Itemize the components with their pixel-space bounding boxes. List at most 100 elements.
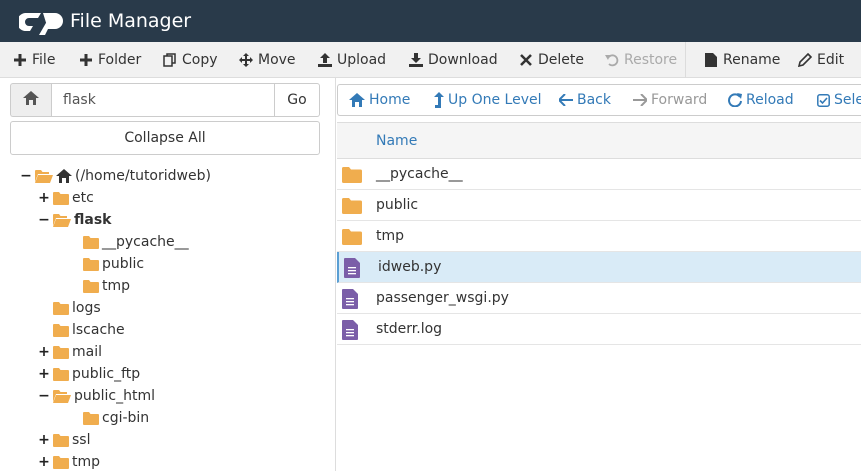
collapse-toggle[interactable]: − — [38, 212, 50, 228]
navigation-button-group: Home Up One Level Back Forward Reload Se… — [337, 84, 861, 116]
new-folder-button[interactable]: Folder — [78, 42, 141, 78]
folder-icon — [83, 411, 99, 425]
upload-label: Upload — [337, 52, 387, 68]
download-icon — [408, 52, 424, 68]
upload-icon — [317, 52, 333, 68]
text-file-icon — [342, 320, 358, 344]
collapse-toggle[interactable]: − — [38, 388, 50, 404]
tree-item-label: cgi-bin — [102, 410, 150, 426]
file-row[interactable]: __pycache__ — [337, 159, 861, 190]
expand-toggle[interactable]: + — [38, 366, 50, 382]
name-column-header[interactable]: Name — [376, 133, 417, 149]
folder-open-icon — [53, 213, 71, 227]
level-up-icon — [434, 92, 444, 108]
forward-button[interactable]: Forward — [633, 85, 707, 115]
folder-icon — [53, 323, 69, 337]
cpanel-logo — [19, 7, 67, 35]
file-row[interactable]: public — [337, 190, 861, 221]
tree-item[interactable]: − public_html — [38, 385, 155, 407]
expand-toggle[interactable]: + — [38, 432, 50, 448]
expand-toggle[interactable]: + — [38, 454, 50, 470]
tree-item[interactable]: + ssl — [38, 429, 90, 451]
tree-item[interactable]: cgi-bin — [68, 407, 149, 429]
tree-item[interactable]: + public_ftp — [38, 363, 140, 385]
file-row[interactable]: stderr.log — [337, 314, 861, 345]
up-one-level-label: Up One Level — [448, 92, 542, 108]
restore-button[interactable]: Restore — [604, 42, 677, 78]
file-row[interactable]: tmp — [337, 221, 861, 252]
folder-icon — [53, 455, 69, 469]
folder-icon — [53, 345, 69, 359]
folder-icon — [342, 229, 362, 249]
nav-home-button[interactable]: Home — [349, 85, 410, 115]
tree-item-label: public_html — [74, 388, 156, 404]
arrow-right-icon — [633, 94, 647, 106]
tree-item-label: lscache — [72, 322, 125, 338]
restore-label: Restore — [624, 52, 678, 68]
tree-item-label: __pycache__ — [102, 234, 189, 250]
tree-item-label: flask — [74, 212, 112, 228]
pencil-icon — [797, 52, 813, 68]
collapse-toggle[interactable]: − — [20, 168, 32, 184]
tree-item[interactable]: + mail — [38, 341, 102, 363]
expand-toggle[interactable]: + — [38, 190, 50, 206]
new-file-button[interactable]: File — [12, 42, 55, 78]
tree-item-label: mail — [72, 344, 102, 360]
delete-button[interactable]: Delete — [518, 42, 584, 78]
app-header: File Manager — [0, 0, 861, 42]
app-title: File Manager — [70, 10, 192, 32]
undo-icon — [604, 52, 620, 68]
navigation-toolbar: Home Up One Level Back Forward Reload Se… — [337, 78, 861, 122]
path-input[interactable] — [51, 83, 275, 117]
tree-item-label: logs — [72, 300, 101, 316]
download-label: Download — [428, 52, 498, 68]
home-icon — [56, 169, 72, 183]
move-button[interactable]: Move — [238, 42, 296, 78]
edit-button[interactable]: Edit — [797, 42, 844, 78]
folder-icon — [83, 279, 99, 293]
tree-item-label: public_ftp — [72, 366, 141, 382]
tree-home-button[interactable] — [10, 83, 51, 117]
back-button[interactable]: Back — [559, 85, 611, 115]
forward-label: Forward — [651, 92, 708, 108]
folder-icon — [342, 198, 362, 218]
tree-item[interactable]: __pycache__ — [68, 231, 189, 253]
tree-item[interactable]: − flask — [38, 209, 111, 231]
tree-item[interactable]: + tmp — [38, 451, 100, 471]
delete-label: Delete — [538, 52, 584, 68]
tree-item-label: ssl — [72, 432, 91, 448]
plus-icon — [78, 52, 94, 68]
file-name: passenger_wsgi.py — [376, 290, 509, 306]
tree-item[interactable]: − (/home/tutoridweb) — [20, 165, 211, 187]
folder-icon — [53, 301, 69, 315]
tree-item[interactable]: logs — [38, 297, 101, 319]
file-row[interactable]: passenger_wsgi.py — [337, 283, 861, 314]
tree-item[interactable]: public — [68, 253, 144, 275]
back-label: Back — [577, 92, 611, 108]
file-name: public — [376, 197, 419, 213]
collapse-all-button[interactable]: Collapse All — [10, 121, 320, 155]
folder-icon — [53, 367, 69, 381]
tree-item[interactable]: lscache — [38, 319, 125, 341]
select-all-button[interactable]: Selec — [817, 85, 861, 115]
arrow-left-icon — [559, 94, 573, 106]
file-name: idweb.py — [378, 259, 442, 275]
tree-item-label: (/home/tutoridweb) — [75, 168, 211, 184]
file-table-header: Name — [337, 122, 861, 159]
expand-toggle[interactable]: + — [38, 344, 50, 360]
tree-item-label: etc — [72, 190, 94, 206]
checkbox-icon — [817, 93, 830, 107]
tree-item[interactable]: + etc — [38, 187, 94, 209]
download-button[interactable]: Download — [408, 42, 498, 78]
file-row[interactable]: idweb.py — [337, 252, 861, 283]
up-one-level-button[interactable]: Up One Level — [434, 85, 542, 115]
tree-item[interactable]: tmp — [68, 275, 130, 297]
rename-button[interactable]: Rename — [703, 42, 780, 78]
tree-item-label: tmp — [102, 278, 131, 294]
upload-button[interactable]: Upload — [317, 42, 386, 78]
folder-icon — [83, 235, 99, 249]
file-name: __pycache__ — [376, 166, 463, 182]
copy-button[interactable]: Copy — [162, 42, 218, 78]
reload-button[interactable]: Reload — [728, 85, 794, 115]
go-button[interactable]: Go — [275, 83, 320, 117]
